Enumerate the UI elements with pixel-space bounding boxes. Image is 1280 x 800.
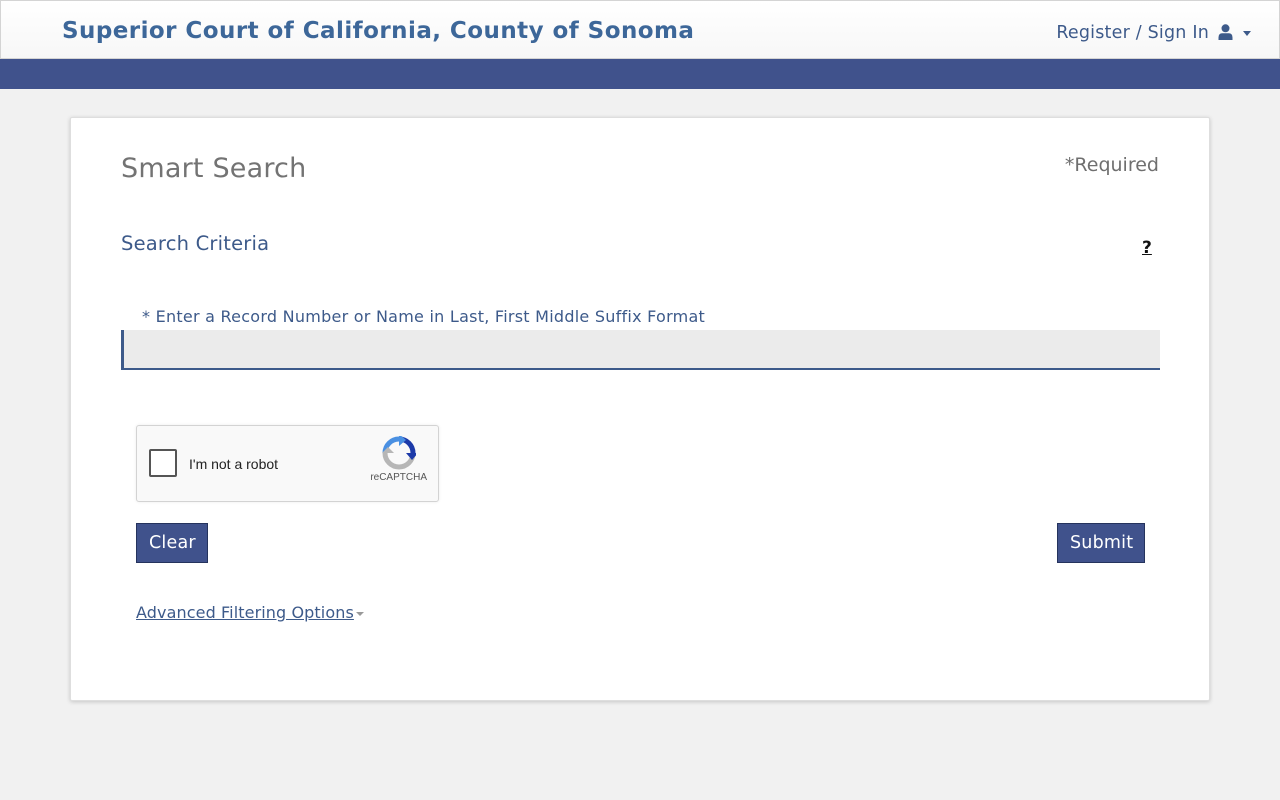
help-icon[interactable]: ? bbox=[1142, 240, 1152, 257]
signin-label[interactable]: Register / Sign In bbox=[1056, 23, 1209, 43]
smart-search-card: Smart Search *Required Search Criteria ?… bbox=[70, 117, 1210, 701]
submit-button[interactable]: Submit bbox=[1057, 523, 1145, 563]
nav-band bbox=[0, 59, 1280, 89]
top-header: Superior Court of California, County of … bbox=[0, 0, 1280, 59]
recaptcha-widget: I'm not a robot reCAPTCHA bbox=[136, 425, 439, 502]
advanced-filtering-toggle[interactable]: Advanced Filtering Options bbox=[136, 603, 364, 622]
advanced-filtering-link[interactable]: Advanced Filtering Options bbox=[136, 603, 354, 622]
recaptcha-brand: reCAPTCHA bbox=[370, 472, 427, 483]
search-field-label: * Enter a Record Number or Name in Last,… bbox=[142, 307, 706, 326]
recaptcha-checkbox[interactable] bbox=[149, 449, 177, 477]
recaptcha-logo-icon bbox=[382, 434, 418, 470]
caret-down-icon bbox=[1243, 30, 1251, 36]
recaptcha-label: I'm not a robot bbox=[189, 456, 279, 472]
clear-button[interactable]: Clear bbox=[136, 523, 208, 563]
section-title: Search Criteria bbox=[121, 232, 270, 255]
caret-down-icon bbox=[355, 611, 364, 616]
signin-menu[interactable]: Register / Sign In bbox=[1056, 23, 1251, 43]
site-title[interactable]: Superior Court of California, County of … bbox=[62, 18, 694, 44]
page-title: Smart Search bbox=[121, 153, 307, 184]
search-input[interactable] bbox=[121, 330, 1160, 370]
required-note: *Required bbox=[1064, 154, 1159, 176]
user-icon bbox=[1218, 24, 1234, 42]
